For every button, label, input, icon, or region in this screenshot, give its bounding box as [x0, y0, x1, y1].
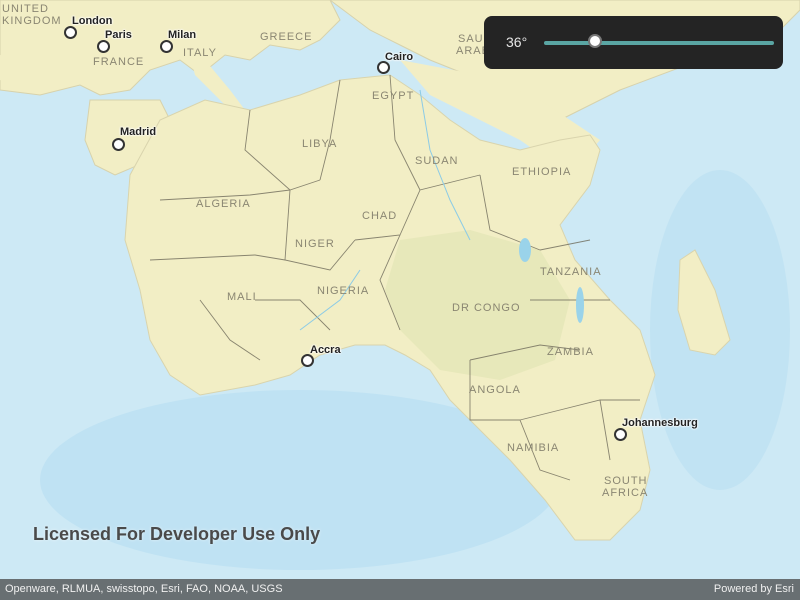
city-marker-icon: [112, 138, 125, 151]
country-label-united: UNITED: [2, 3, 49, 15]
country-label-algeria: ALGERIA: [196, 198, 251, 210]
country-label-africa: AFRICA: [602, 487, 649, 499]
country-label-chad: CHAD: [362, 210, 398, 222]
country-label-south: SOUTH: [604, 475, 648, 487]
city-label: Madrid: [120, 126, 157, 138]
city-label: Paris: [105, 29, 132, 41]
city-label: Accra: [310, 344, 341, 356]
city-label: Johannesburg: [622, 417, 698, 429]
map-view[interactable]: UNITED KINGDOM FRANCE ITALY GREECE SAUDI…: [0, 0, 800, 600]
angle-slider-panel: 36°: [484, 16, 783, 69]
city-marker-icon: [97, 40, 110, 53]
slider-thumb[interactable]: [587, 34, 602, 48]
country-label-sudan: SUDAN: [415, 155, 459, 167]
country-label-ethiopia: ETHIOPIA: [512, 166, 572, 178]
city-label: Cairo: [385, 51, 414, 63]
developer-watermark: Licensed For Developer Use Only: [33, 524, 321, 544]
city-marker-icon: [614, 428, 627, 441]
country-label-namibia: NAMIBIA: [507, 442, 560, 454]
country-label-tanzania: TANZANIA: [540, 266, 602, 278]
attribution-bar: Openware, RLMUA, swisstopo, Esri, FAO, N…: [0, 579, 800, 600]
slider-track[interactable]: [544, 41, 774, 45]
city-label: London: [72, 15, 113, 27]
country-label-italy: ITALY: [183, 47, 217, 59]
country-label-libya: LIBYA: [302, 138, 338, 150]
city-label: Milan: [168, 29, 197, 41]
attribution-sources[interactable]: Openware, RLMUA, swisstopo, Esri, FAO, N…: [5, 583, 283, 595]
country-label-angola: ANGOLA: [469, 384, 521, 396]
country-label-greece: GREECE: [260, 31, 313, 43]
country-label-zambia: ZAMBIA: [547, 346, 594, 358]
powered-by-esri[interactable]: Powered by Esri: [714, 583, 794, 595]
city-marker-icon: [160, 40, 173, 53]
country-label-dr-congo: DR CONGO: [452, 302, 521, 314]
city-marker-icon: [64, 26, 77, 39]
country-label-niger: NIGER: [295, 238, 335, 250]
slider-value-label: 36°: [506, 34, 528, 50]
country-label-kingdom: KINGDOM: [2, 15, 62, 27]
country-label-egypt: EGYPT: [372, 90, 415, 102]
country-label-nigeria: NIGERIA: [317, 285, 370, 297]
country-label-france: FRANCE: [93, 56, 145, 68]
country-label-mali: MALI: [227, 291, 257, 303]
